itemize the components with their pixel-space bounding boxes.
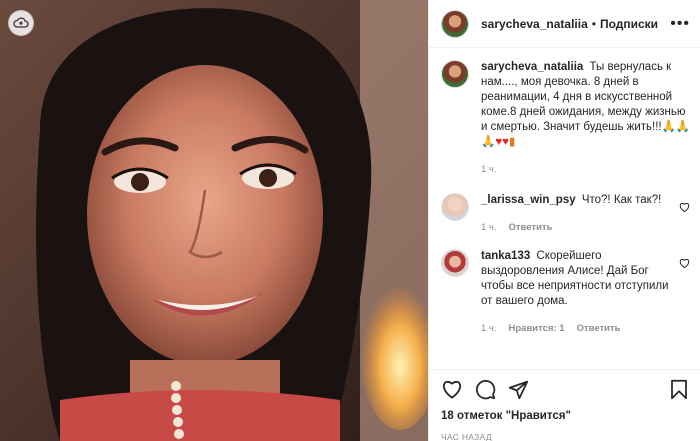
header-separator: • [591, 16, 596, 31]
gift-emoji-icon: ▮ [508, 136, 516, 148]
comment-likes-count[interactable]: Нравится: 1 [509, 321, 565, 336]
share-icon[interactable] [508, 379, 529, 400]
comment-icon[interactable] [475, 379, 496, 400]
cloud-upload-icon[interactable] [8, 10, 34, 36]
post-header: sarycheva_nataliia • Подписки ••• [429, 0, 700, 48]
author-avatar[interactable] [441, 9, 469, 38]
post-side-panel: sarycheva_nataliia • Подписки ••• sarych… [428, 0, 700, 441]
comment-like-heart-icon[interactable] [679, 199, 690, 217]
reply-button[interactable]: Ответить [509, 220, 553, 235]
caption-avatar[interactable] [441, 60, 469, 88]
post-actions: 18 отметок "Нравится" ЧАС НАЗАД [429, 369, 700, 441]
comments-scrollbar[interactable] [696, 48, 700, 369]
comment-avatar[interactable] [441, 249, 469, 277]
caption: sarycheva_nataliia Ты вернулась к нам...… [441, 60, 692, 177]
comment-text: Что?! Как так?! [581, 194, 662, 206]
portrait-image [0, 0, 428, 441]
comment-time[interactable]: 1 ч. [481, 321, 497, 336]
heart-emoji-icon: ♥♥ [495, 136, 509, 148]
caption-time[interactable]: 1 ч. [481, 162, 497, 177]
comment-item: _larissa_win_psy Что?! Как так?! 1 ч. От… [441, 193, 692, 235]
reply-button[interactable]: Ответить [577, 321, 621, 336]
more-options-icon[interactable]: ••• [670, 15, 690, 33]
likes-count[interactable]: 18 отметок "Нравится" [441, 410, 690, 422]
comment-item: tanka133 Скорейшего выздоровления Алисе!… [441, 249, 692, 336]
comments-list: sarycheva_nataliia Ты вернулась к нам...… [441, 60, 692, 360]
heart-icon[interactable] [441, 379, 463, 399]
comment-username[interactable]: _larissa_win_psy [481, 194, 576, 206]
post-time[interactable]: ЧАС НАЗАД [441, 432, 690, 441]
comment-username[interactable]: tanka133 [481, 250, 530, 262]
following-button[interactable]: Подписки [600, 17, 658, 31]
caption-username[interactable]: sarycheva_nataliia [481, 61, 583, 73]
comment-time[interactable]: 1 ч. [481, 220, 497, 235]
author-username[interactable]: sarycheva_nataliia [481, 17, 588, 31]
comment-like-heart-icon[interactable] [679, 255, 690, 273]
comment-avatar[interactable] [441, 193, 469, 221]
bookmark-icon[interactable] [670, 379, 688, 400]
post-photo[interactable] [0, 0, 428, 441]
